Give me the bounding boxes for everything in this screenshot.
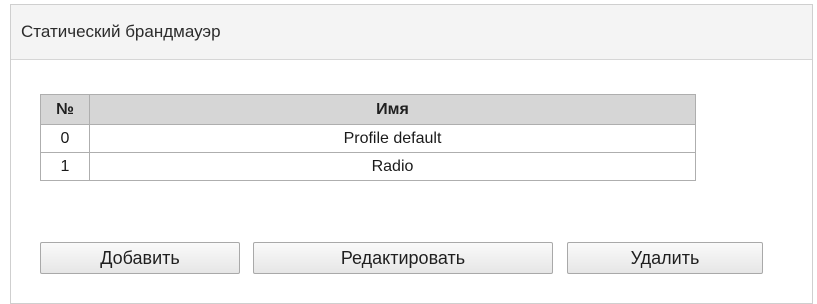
- panel-header: Статический брандмауэр: [11, 5, 812, 60]
- column-header-number: №: [40, 94, 90, 125]
- static-firewall-panel: Статический брандмауэр № Имя 0 Profile d…: [10, 4, 813, 304]
- row-number-cell: 1: [40, 152, 90, 181]
- table-header-row: № Имя: [40, 94, 696, 125]
- add-button[interactable]: Добавить: [40, 242, 240, 274]
- table-row[interactable]: 1 Radio: [40, 152, 696, 181]
- row-name-cell: Radio: [89, 152, 696, 181]
- column-header-name: Имя: [89, 94, 696, 125]
- panel-title: Статический брандмауэр: [21, 22, 221, 41]
- edit-button[interactable]: Редактировать: [253, 242, 553, 274]
- table-row[interactable]: 0 Profile default: [40, 124, 696, 153]
- row-name-cell: Profile default: [89, 124, 696, 153]
- profiles-table: № Имя 0 Profile default 1 Radio: [40, 94, 696, 181]
- delete-button[interactable]: Удалить: [567, 242, 763, 274]
- row-number-cell: 0: [40, 124, 90, 153]
